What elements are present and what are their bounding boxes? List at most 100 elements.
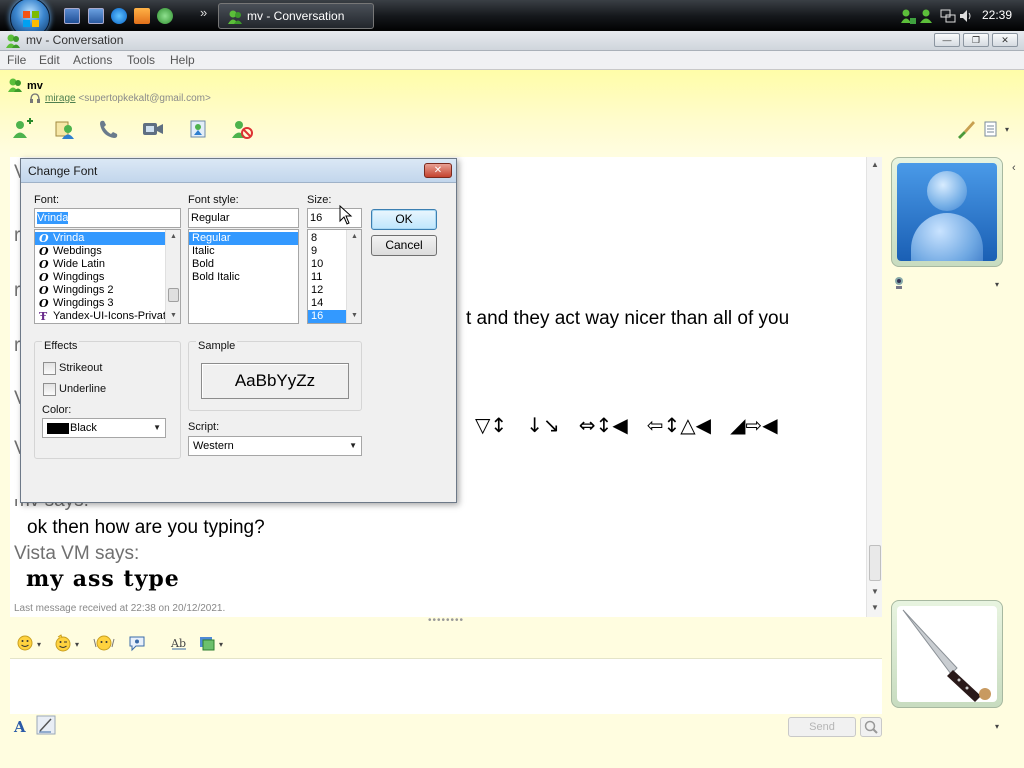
scrollbar-thumb[interactable]: [168, 288, 179, 302]
contact-info: mirage <supertopkekalt@gmail.com>: [45, 93, 211, 104]
network-icon[interactable]: [940, 8, 956, 24]
search-button[interactable]: [860, 717, 882, 737]
emoticon-caret-icon[interactable]: ▾: [37, 640, 41, 649]
font-style-item[interactable]: Bold Italic: [189, 271, 298, 284]
scroll-down-icon[interactable]: ▼: [871, 603, 879, 612]
webcam-icon[interactable]: [893, 276, 905, 290]
menu-actions[interactable]: Actions: [73, 53, 112, 67]
menu-options-icon[interactable]: [982, 118, 1002, 140]
emoticon-icon[interactable]: [16, 634, 34, 652]
font-list-scrollbar[interactable]: ▲ ▼: [165, 230, 180, 323]
menu-tools[interactable]: Tools: [127, 53, 155, 67]
toolbar-menu-caret-icon[interactable]: ▾: [1005, 125, 1009, 134]
menu-edit[interactable]: Edit: [39, 53, 60, 67]
font-style-item[interactable]: Bold: [189, 258, 298, 271]
scrollbar-thumb[interactable]: [869, 545, 881, 581]
size-item[interactable]: 16: [308, 310, 346, 323]
size-list[interactable]: 8 9 10 11 12 14 16 ▲ ▼: [307, 229, 362, 324]
font-list-item[interactable]: O Wingdings: [35, 271, 180, 284]
video-icon[interactable]: [141, 118, 165, 140]
font-list[interactable]: O Vrinda O Webdings O Wide Latin O Wingdings…: [34, 229, 181, 324]
share-files-icon[interactable]: [53, 118, 77, 140]
invite-contact-icon[interactable]: [11, 118, 35, 140]
conversation-scrollbar[interactable]: ▲ ▼ ▼: [866, 157, 882, 617]
script-select[interactable]: Western ▼: [188, 436, 362, 456]
size-list-scrollbar[interactable]: ▲ ▼: [346, 230, 361, 323]
send-button[interactable]: Send: [788, 717, 856, 737]
message-input[interactable]: [10, 658, 882, 714]
font-style-input[interactable]: Regular: [188, 208, 299, 228]
svg-text:Ab: Ab: [170, 637, 186, 650]
contact-avatar[interactable]: [891, 157, 1003, 267]
size-input[interactable]: 16: [307, 208, 362, 228]
font-style-icon[interactable]: A: [12, 717, 30, 735]
messenger-quicklaunch-icon[interactable]: [157, 8, 173, 24]
call-icon[interactable]: [97, 118, 121, 140]
message-sender: Vista VM says:: [14, 543, 140, 564]
switch-windows-icon[interactable]: [88, 8, 104, 24]
messenger-buddy-icon: [6, 34, 20, 48]
menu-file[interactable]: File: [7, 53, 26, 67]
font-list-item[interactable]: O Wide Latin: [35, 258, 180, 271]
font-icon[interactable]: Ab: [170, 634, 188, 652]
window-title: mv - Conversation: [26, 33, 124, 47]
strikeout-checkbox[interactable]: [43, 362, 56, 375]
maximize-button[interactable]: ❐: [963, 33, 989, 47]
wink-icon[interactable]: [54, 634, 72, 652]
minimize-button[interactable]: —: [934, 33, 960, 47]
my-avatar[interactable]: [891, 600, 1003, 708]
wink-caret-icon[interactable]: ▾: [75, 640, 79, 649]
size-label: Size:: [307, 194, 332, 206]
messenger-tray-icon[interactable]: [918, 8, 934, 24]
windows-logo-icon: [23, 11, 39, 27]
menu-help[interactable]: Help: [170, 53, 195, 67]
contact-nickname-link[interactable]: mirage: [45, 93, 76, 104]
handwriting-icon[interactable]: [36, 715, 56, 735]
change-font-dialog[interactable]: Change Font ✕ Font: Vrinda O Vrinda O Webd…: [20, 158, 457, 503]
message-text: t and they act way nicer than all of you: [466, 308, 790, 329]
activities-icon[interactable]: [187, 118, 211, 140]
message-symbols: ▽↕ ↓↘ ⇔↕◀ ⇦↕△◀ ◢⇨◀: [475, 413, 778, 437]
cancel-button[interactable]: Cancel: [371, 235, 437, 256]
messenger-status-icon[interactable]: [900, 8, 916, 24]
voice-clip-icon[interactable]: [128, 634, 146, 652]
ok-button[interactable]: OK: [371, 209, 437, 230]
collapse-panel-icon[interactable]: ‹: [1012, 162, 1016, 174]
pane-splitter[interactable]: ••••••••: [10, 615, 882, 628]
font-name-input[interactable]: Vrinda: [34, 208, 181, 228]
font-style-item[interactable]: Regular: [189, 232, 298, 245]
background-icon[interactable]: [198, 634, 216, 652]
internet-explorer-icon[interactable]: [111, 8, 127, 24]
quicklaunch-overflow-icon[interactable]: »: [200, 5, 207, 20]
underline-checkbox[interactable]: [43, 383, 56, 396]
font-style-label: Font style:: [188, 194, 239, 206]
font-list-item[interactable]: O Wingdings 2: [35, 284, 180, 297]
my-avatar-caret-icon[interactable]: ▾: [995, 722, 999, 731]
font-style-list[interactable]: Regular Italic Bold Bold Italic: [188, 229, 299, 324]
messenger-buddy-icon: [228, 10, 242, 24]
font-style-item[interactable]: Italic: [189, 245, 298, 258]
nudge-icon[interactable]: [93, 634, 115, 652]
close-button[interactable]: ✕: [992, 33, 1018, 47]
block-icon[interactable]: [230, 118, 254, 140]
show-desktop-icon[interactable]: [64, 8, 80, 24]
avatar-menu-caret-icon[interactable]: ▾: [995, 280, 999, 289]
background-caret-icon[interactable]: ▾: [219, 640, 223, 649]
scroll-down-icon[interactable]: ▼: [871, 587, 879, 596]
font-list-item[interactable]: O Wingdings 3: [35, 297, 180, 310]
taskbar-conversation-button[interactable]: mv - Conversation: [218, 3, 374, 29]
window-titlebar[interactable]: mv - Conversation — ❐ ✕: [0, 31, 1024, 51]
color-select[interactable]: Black ▼: [42, 418, 166, 438]
clock[interactable]: 22:39: [982, 8, 1012, 22]
scroll-up-icon[interactable]: ▲: [871, 160, 879, 169]
media-player-icon[interactable]: [134, 8, 150, 24]
paint-brush-icon[interactable]: [954, 118, 978, 140]
font-list-item[interactable]: O Vrinda: [35, 232, 180, 245]
font-list-item[interactable]: O Webdings: [35, 245, 180, 258]
system-tray: 22:39: [894, 0, 1024, 32]
volume-icon[interactable]: [958, 8, 974, 24]
font-list-item[interactable]: Ŧ Yandex-UI-Icons-Privat: [35, 310, 180, 323]
dialog-close-button[interactable]: ✕: [424, 163, 452, 178]
dialog-titlebar[interactable]: Change Font ✕: [21, 159, 456, 183]
mouse-cursor-icon: [339, 205, 353, 225]
